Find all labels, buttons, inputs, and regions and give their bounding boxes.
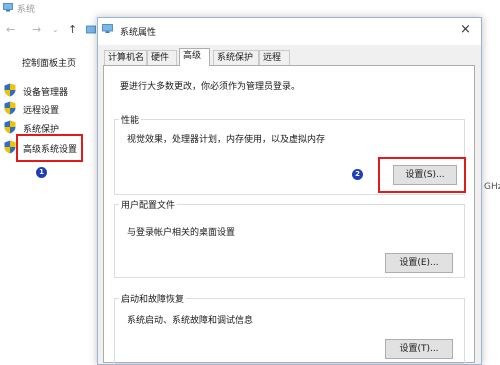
tab-computer-name[interactable]: 计算机名: [104, 50, 147, 65]
admin-note: 要进行大多数更改，你必须作为管理员登录。: [120, 82, 301, 92]
group-description: 视觉效果，处理器计划，内存使用，以及虚拟内存: [127, 135, 326, 145]
group-title: 启动和故障恢复: [119, 292, 187, 305]
step-badge: 1: [36, 167, 47, 178]
folder-icon: [86, 25, 96, 34]
computer-icon: [102, 24, 113, 33]
highlight-box: [16, 134, 83, 162]
up-arrow-icon[interactable]: ↑: [68, 23, 77, 36]
back-arrow-icon[interactable]: ←: [6, 23, 15, 36]
sidebar-item-label: 设备管理器: [23, 88, 69, 98]
group-title: 用户配置文件: [119, 198, 178, 211]
processor-speed-text: GHz: [484, 182, 500, 192]
group-description: 与登录帐户相关的桌面设置: [127, 228, 236, 238]
system-titlebar: 系统: [0, 0, 500, 18]
shield-icon: [4, 101, 16, 115]
tab-system-protection[interactable]: 系统保护: [213, 50, 259, 65]
performance-settings-button[interactable]: 设置(S)...: [393, 165, 457, 185]
sidebar-item-label: 远程设置: [23, 106, 60, 116]
step-badge: 2: [352, 169, 363, 180]
shield-icon: [4, 140, 16, 154]
performance-group: 性能 视觉效果，处理器计划，内存使用，以及虚拟内存 2 设置(S)...: [114, 113, 466, 195]
startup-recovery-group: 启动和故障恢复 系统启动、系统故障和调试信息 设置(T)...: [114, 292, 465, 364]
sidebar-control-panel-home[interactable]: 控制面板主页: [22, 56, 76, 69]
advanced-tab-panel: 要进行大多数更改，你必须作为管理员登录。 性能 视觉效果，处理器计划，内存使用，…: [103, 65, 475, 364]
tab-hardware[interactable]: 硬件: [147, 50, 177, 65]
user-profiles-group: 用户配置文件 与登录帐户相关的桌面设置 设置(E)...: [114, 198, 465, 278]
startup-recovery-settings-button[interactable]: 设置(T)...: [385, 339, 453, 359]
forward-arrow-icon[interactable]: →: [32, 23, 41, 36]
group-description: 系统启动、系统故障和调试信息: [127, 316, 254, 326]
system-properties-dialog: 系统属性 × 计算机名 硬件 高级 系统保护 远程 要进行大多数更改，你必须作为…: [97, 17, 482, 365]
user-profiles-settings-button[interactable]: 设置(E)...: [385, 253, 453, 273]
close-icon[interactable]: ×: [460, 22, 471, 37]
chevron-down-icon[interactable]: ⌄: [52, 25, 59, 34]
group-title: 性能: [119, 113, 142, 126]
dialog-title: 系统属性: [120, 28, 157, 38]
computer-icon: [3, 3, 13, 12]
shield-icon: [4, 120, 16, 134]
window-title: 系统: [17, 5, 36, 15]
dialog-titlebar: 系统属性 ×: [98, 18, 481, 45]
tab-advanced[interactable]: 高级: [179, 48, 210, 66]
tab-remote[interactable]: 远程: [259, 50, 290, 65]
shield-icon: [4, 83, 16, 97]
